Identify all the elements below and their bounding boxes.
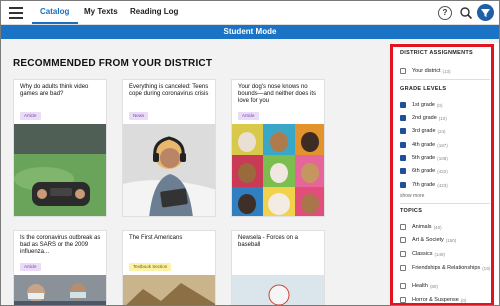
card-title: Everything is canceled: Teens cope durin…: [129, 84, 209, 97]
mode-banner: Student Mode: [1, 25, 499, 39]
search-icon[interactable]: [459, 6, 473, 20]
card-image: [123, 275, 215, 305]
top-nav: Catalog My Texts Reading Log ?: [1, 1, 499, 25]
card-image: [232, 124, 324, 216]
article-card[interactable]: The First Americans Textbook Section: [122, 230, 216, 305]
app-window: Catalog My Texts Reading Log ? Student M…: [0, 0, 500, 306]
content-tag: News: [129, 112, 149, 120]
help-icon[interactable]: ?: [438, 6, 452, 20]
card-title: Is the coronavirus outbreak as bad as SA…: [20, 235, 101, 255]
active-tab-indicator: [32, 22, 78, 24]
article-card[interactable]: Your dog's nose knows no bounds—and neit…: [231, 79, 325, 217]
card-image: [232, 275, 324, 305]
card-image: [14, 124, 106, 216]
card-title: Newsela - Forces on a baseball: [238, 235, 299, 248]
card-image: [14, 275, 106, 305]
content-tag: Article: [20, 112, 41, 120]
article-card[interactable]: Is the coronavirus outbreak as bad as SA…: [13, 230, 107, 305]
article-card[interactable]: Newsela - Forces on a baseball: [231, 230, 325, 305]
highlight-box: [390, 44, 494, 305]
tab-reading-log[interactable]: Reading Log: [130, 7, 178, 16]
section-title: RECOMMENDED FROM YOUR DISTRICT: [13, 58, 213, 69]
content-tag: Article: [238, 112, 259, 120]
content-tag: Article: [20, 263, 41, 271]
article-card[interactable]: Everything is canceled: Teens cope durin…: [122, 79, 216, 217]
tab-my-texts[interactable]: My Texts: [84, 7, 118, 16]
card-image: [123, 124, 215, 216]
article-card[interactable]: Why do adults think video games are bad?…: [13, 79, 107, 217]
card-title: Why do adults think video games are bad?: [20, 84, 89, 97]
card-title: Your dog's nose knows no bounds—and neit…: [238, 84, 317, 104]
menu-icon[interactable]: [9, 7, 23, 19]
filter-icon[interactable]: [477, 4, 494, 21]
tab-catalog[interactable]: Catalog: [40, 7, 69, 16]
card-title: The First Americans: [129, 235, 183, 241]
content-tag: Textbook Section: [129, 263, 172, 271]
